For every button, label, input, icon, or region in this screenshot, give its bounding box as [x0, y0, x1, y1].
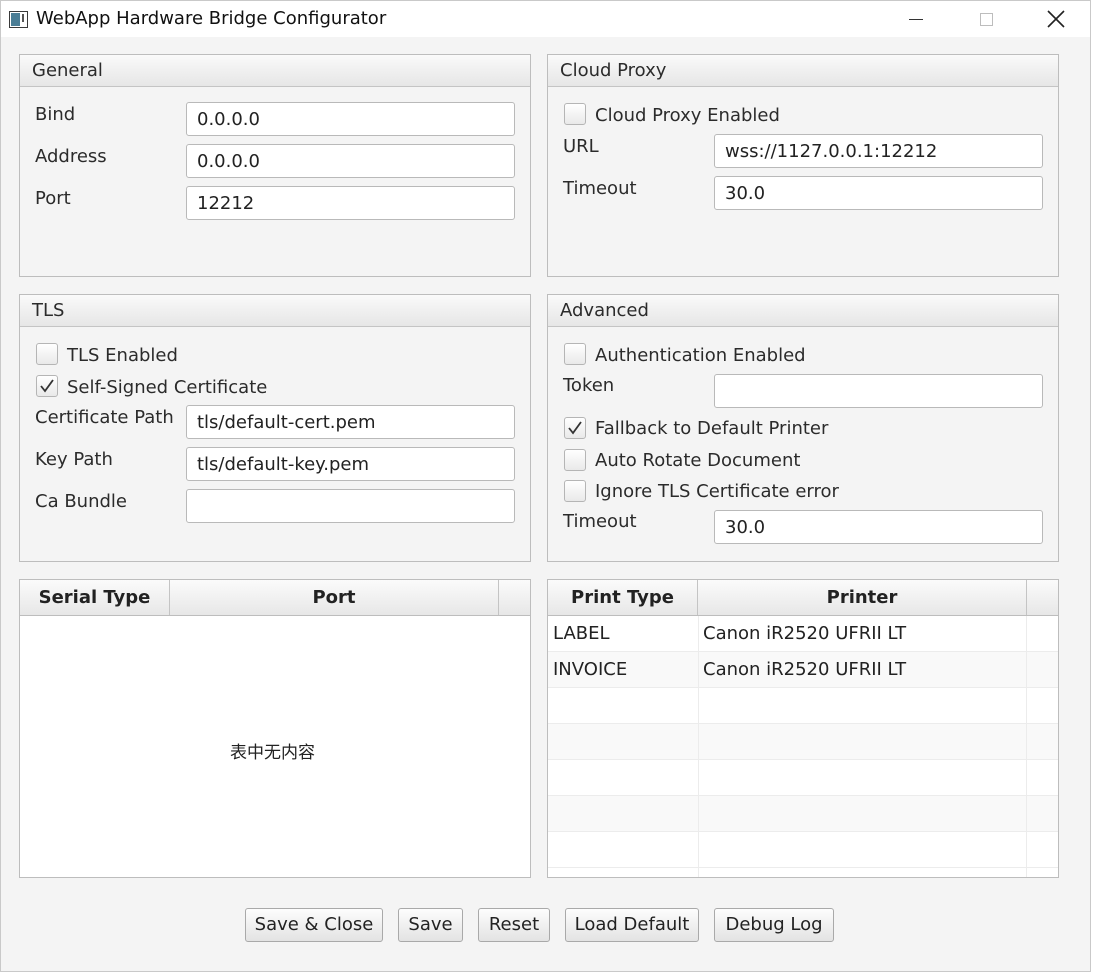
maximize-icon [979, 12, 993, 26]
minimize-button[interactable] [893, 1, 939, 37]
print-table-header: Print Type Printer [548, 580, 1058, 616]
fallback-checkbox[interactable] [564, 417, 586, 439]
title-bar: WebApp Hardware Bridge Configurator [1, 1, 1090, 37]
address-input[interactable] [186, 144, 515, 178]
auth-enabled-checkbox[interactable] [564, 343, 586, 365]
column-header-serial-type[interactable]: Serial Type [20, 580, 170, 615]
advanced-timeout-input[interactable] [714, 510, 1043, 544]
empty-row [548, 832, 1058, 868]
auth-enabled-label: Authentication Enabled [595, 345, 806, 366]
tls-enabled-checkbox[interactable] [36, 343, 58, 365]
save-and-close-button[interactable]: Save & Close [245, 908, 383, 942]
reset-button[interactable]: Reset [478, 908, 550, 942]
empty-row [548, 724, 1058, 760]
auto-rotate-checkbox[interactable] [564, 449, 586, 471]
column-header-printer[interactable]: Printer [698, 580, 1027, 615]
cloud-timeout-input[interactable] [714, 176, 1043, 210]
cert-path-input[interactable] [186, 405, 515, 439]
cert-path-label: Certificate Path [35, 407, 174, 428]
checkmark-icon [568, 421, 582, 435]
cloud-proxy-enabled-label: Cloud Proxy Enabled [595, 105, 780, 126]
url-input[interactable] [714, 134, 1043, 168]
ignore-tls-checkbox[interactable] [564, 480, 586, 502]
window-title: WebApp Hardware Bridge Configurator [36, 8, 387, 29]
cloud-proxy-enabled-checkbox[interactable] [564, 103, 586, 125]
debug-log-button[interactable]: Debug Log [714, 908, 834, 942]
load-default-button[interactable]: Load Default [565, 908, 699, 942]
token-input[interactable] [714, 374, 1043, 408]
printer-cell: Canon iR2520 UFRII LT [703, 659, 907, 680]
close-icon [1047, 10, 1065, 28]
print-type-cell: INVOICE [553, 659, 628, 680]
table-row[interactable]: INVOICE Canon iR2520 UFRII LT [548, 652, 1058, 688]
tls-panel: TLS TLS Enabled Self-Signed Certificate … [19, 294, 531, 562]
ignore-tls-label: Ignore TLS Certificate error [595, 481, 839, 502]
column-divider [698, 616, 699, 877]
serial-table-header: Serial Type Port [20, 580, 530, 616]
column-header-port[interactable]: Port [170, 580, 499, 615]
printer-cell: Canon iR2520 UFRII LT [703, 623, 907, 644]
print-table[interactable]: Print Type Printer LABEL Canon iR2520 UF… [547, 579, 1059, 878]
key-path-input[interactable] [186, 447, 515, 481]
empty-row [548, 796, 1058, 832]
minimize-icon [909, 18, 923, 20]
self-signed-checkbox[interactable] [36, 375, 58, 397]
empty-row [548, 688, 1058, 724]
configurator-window: WebApp Hardware Bridge Configurator Gene… [0, 0, 1091, 972]
save-button[interactable]: Save [398, 908, 463, 942]
key-path-label: Key Path [35, 449, 113, 470]
general-header: General [20, 55, 530, 87]
ca-bundle-input[interactable] [186, 489, 515, 523]
advanced-header: Advanced [548, 295, 1058, 327]
bind-label: Bind [35, 104, 76, 125]
column-divider [1026, 616, 1027, 877]
cloud-proxy-panel: Cloud Proxy Cloud Proxy Enabled URL Time… [547, 54, 1059, 277]
bind-input[interactable] [186, 102, 515, 136]
serial-table[interactable]: Serial Type Port 表中无内容 [19, 579, 531, 878]
advanced-panel: Advanced Authentication Enabled Token Fa… [547, 294, 1059, 562]
empty-row [548, 760, 1058, 796]
advanced-timeout-label: Timeout [563, 511, 637, 532]
cloud-proxy-header: Cloud Proxy [548, 55, 1058, 87]
fallback-label: Fallback to Default Printer [595, 418, 829, 439]
column-header-print-type[interactable]: Print Type [548, 580, 698, 615]
self-signed-label: Self-Signed Certificate [67, 377, 268, 398]
checkmark-icon [40, 379, 54, 393]
url-label: URL [563, 136, 599, 157]
general-panel: General Bind Address Port [19, 54, 531, 277]
auto-rotate-label: Auto Rotate Document [595, 450, 801, 471]
address-label: Address [35, 146, 107, 167]
port-label: Port [35, 188, 71, 209]
app-icon [9, 11, 28, 28]
table-row[interactable]: LABEL Canon iR2520 UFRII LT [548, 616, 1058, 652]
token-label: Token [563, 375, 615, 396]
ca-bundle-label: Ca Bundle [35, 491, 127, 512]
cloud-timeout-label: Timeout [563, 178, 637, 199]
close-button[interactable] [1033, 1, 1079, 37]
tls-header: TLS [20, 295, 530, 327]
tls-enabled-label: TLS Enabled [67, 345, 178, 366]
empty-table-message: 表中无内容 [230, 743, 315, 763]
maximize-button[interactable] [963, 1, 1009, 37]
port-input[interactable] [186, 186, 515, 220]
print-type-cell: LABEL [553, 623, 610, 644]
